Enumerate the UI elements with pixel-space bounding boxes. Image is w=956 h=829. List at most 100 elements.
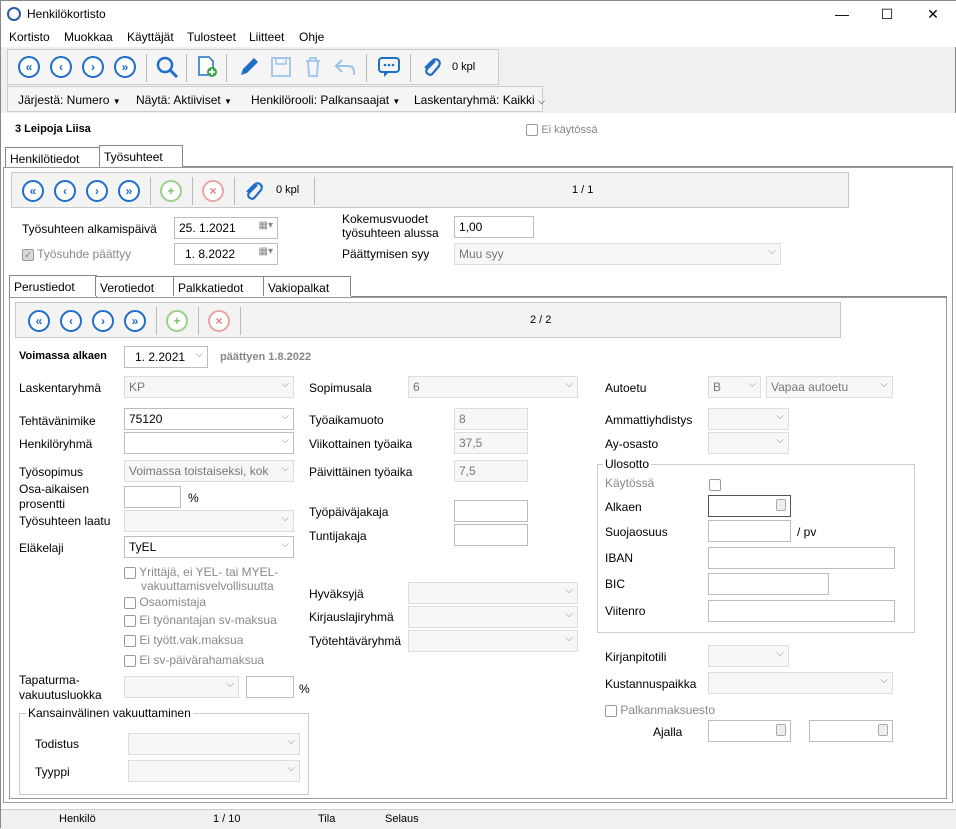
last-employment-button[interactable]: »: [116, 178, 142, 204]
save-button[interactable]: [268, 54, 294, 80]
from-date-field[interactable]: [708, 495, 791, 517]
minimize-button[interactable]: —: [819, 1, 865, 27]
menu-liitteet[interactable]: Liitteet: [249, 30, 284, 44]
search-button[interactable]: [154, 54, 180, 80]
type-select[interactable]: ⌵: [128, 760, 300, 782]
first-employment-button[interactable]: «: [20, 178, 46, 204]
last-record-button[interactable]: »: [112, 54, 138, 80]
accident-class-select[interactable]: ⌵: [124, 676, 239, 698]
union-select[interactable]: ⌵: [708, 408, 789, 430]
person-group-select[interactable]: ⌵: [124, 432, 294, 454]
attachments-button[interactable]: [418, 54, 444, 80]
no-sv-daily-checkbox[interactable]: Ei sv-päivärahamaksua: [124, 653, 264, 667]
first-record-button[interactable]: «: [16, 54, 42, 80]
union-dept-select[interactable]: ⌵: [708, 432, 789, 454]
comment-button[interactable]: [376, 54, 402, 80]
tab-verotiedot[interactable]: Verotiedot: [95, 276, 175, 296]
entry-type-select[interactable]: ⌵: [408, 606, 578, 628]
partowner-checkbox[interactable]: Osaomistaja: [124, 595, 206, 609]
parttime-field[interactable]: [124, 486, 181, 508]
experience-field[interactable]: 1,00: [454, 216, 534, 238]
car-benefit-select[interactable]: Vapaa autoetu ⌵: [766, 376, 893, 398]
accident-percent-field[interactable]: [246, 676, 294, 698]
tab-tyosuhteet[interactable]: Työsuhteet: [99, 145, 183, 167]
hold-to-field[interactable]: [809, 720, 893, 742]
certificate-select[interactable]: ⌵: [128, 733, 300, 755]
cost-center-select[interactable]: ⌵: [708, 672, 893, 694]
weekly-field[interactable]: 37,5: [454, 432, 528, 454]
menu-ohje[interactable]: Ohje: [299, 30, 324, 44]
pension-select[interactable]: TyEL ⌵: [124, 536, 294, 558]
tab-perustiedot[interactable]: Perustiedot: [9, 275, 97, 297]
role-dropdown[interactable]: Henkilörooli: Palkansaajat ▼: [251, 93, 400, 107]
entrepreneur-checkbox[interactable]: Yrittäjä, ei YEL- tai MYEL-: [124, 565, 278, 579]
valid-from-field[interactable]: 1. 2.2021 ⌵: [124, 346, 208, 368]
new-record-button[interactable]: [194, 54, 220, 80]
job-title-select[interactable]: 75120 ⌵: [124, 408, 294, 430]
prev-employment-button[interactable]: ‹: [52, 178, 78, 204]
prev-record-button[interactable]: ‹: [48, 54, 74, 80]
approver-select[interactable]: ⌵: [408, 582, 578, 604]
inactive-checkbox[interactable]: Ei käytössä: [526, 122, 598, 136]
edit-button[interactable]: [236, 54, 262, 80]
entry-type-label: Kirjauslajiryhmä: [309, 610, 394, 624]
quality-select[interactable]: ⌵: [124, 510, 294, 532]
toolbar-separator: [410, 54, 411, 82]
car-benefit-code-select[interactable]: B ⌵: [708, 376, 761, 398]
status-entity: Henkilö: [59, 813, 96, 825]
protected-field[interactable]: [708, 520, 791, 542]
add-period-button[interactable]: +: [164, 308, 190, 334]
add-employment-button[interactable]: +: [158, 178, 184, 204]
end-date-field[interactable]: 1. 8.2022 ▦▾: [174, 243, 278, 265]
first-period-button[interactable]: «: [26, 308, 52, 334]
daily-field[interactable]: 7,5: [454, 460, 528, 482]
accounting-select[interactable]: ⌵: [708, 645, 789, 667]
contract-select[interactable]: Voimassa toistaiseksi, kok ⌵: [124, 460, 294, 482]
next-record-button[interactable]: ›: [80, 54, 106, 80]
next-employment-button[interactable]: ›: [84, 178, 110, 204]
menu-kortisto[interactable]: Kortisto: [9, 30, 50, 44]
remove-period-button[interactable]: ×: [206, 308, 232, 334]
remove-employment-button[interactable]: ×: [200, 178, 226, 204]
task-group-select[interactable]: ⌵: [408, 630, 578, 652]
ending-text: päättyen 1.8.2022: [220, 351, 312, 363]
tab-palkkatiedot[interactable]: Palkkatiedot: [173, 276, 265, 296]
no-employer-sv-checkbox[interactable]: Ei työnantajan sv-maksua: [124, 613, 277, 627]
no-unemp-checkbox[interactable]: Ei tyött.vak.maksua: [124, 633, 243, 647]
toolbar-separator: [234, 177, 235, 205]
job-title-value: 75120: [129, 412, 163, 426]
ended-checkbox[interactable]: Työsuhde päättyy: [22, 247, 131, 261]
tab-vakiopalkat[interactable]: Vakiopalkat: [263, 276, 351, 296]
sort-dropdown[interactable]: Järjestä: Numero ▼: [18, 93, 121, 107]
delete-button[interactable]: [300, 54, 326, 80]
hold-from-field[interactable]: [708, 720, 791, 742]
prev-period-button[interactable]: ‹: [58, 308, 84, 334]
menu-kayttajat[interactable]: Käyttäjät: [127, 30, 174, 44]
worktime-form-field[interactable]: 8: [454, 408, 528, 430]
bic-field[interactable]: [708, 573, 829, 595]
pay-hold-checkbox[interactable]: Palkanmaksuesto: [605, 703, 715, 717]
agreement-select[interactable]: 6 ⌵: [408, 376, 578, 398]
ref-field[interactable]: [708, 600, 895, 622]
chevron-down-icon: ⌵: [748, 379, 756, 390]
workday-divisor-field[interactable]: [454, 500, 528, 522]
end-reason-select[interactable]: Muu syy ⌵: [454, 243, 781, 265]
close-button[interactable]: ✕: [910, 1, 956, 27]
iban-field[interactable]: [708, 547, 895, 569]
undo-button[interactable]: [332, 54, 358, 80]
employment-attachments-button[interactable]: [240, 178, 266, 204]
tab-henkilotiedot[interactable]: Henkilötiedot: [5, 147, 101, 167]
start-date-field[interactable]: 25. 1.2021 ▦▾: [174, 217, 278, 239]
calc-group-select[interactable]: KP ⌵: [124, 376, 294, 398]
first-icon: «: [18, 56, 40, 78]
hour-divisor-field[interactable]: [454, 524, 528, 546]
maximize-button[interactable]: ☐: [864, 1, 910, 27]
calc-group-value: KP: [129, 380, 146, 394]
show-dropdown[interactable]: Näytä: Aktiiviset ▼: [136, 93, 232, 107]
last-period-button[interactable]: »: [122, 308, 148, 334]
group-dropdown[interactable]: Laskentaryhmä: Kaikki ⌵: [414, 93, 545, 107]
next-period-button[interactable]: ›: [90, 308, 116, 334]
in-use-checkbox[interactable]: [709, 477, 721, 491]
menu-tulosteet[interactable]: Tulosteet: [187, 30, 236, 44]
menu-muokkaa[interactable]: Muokkaa: [64, 30, 113, 44]
